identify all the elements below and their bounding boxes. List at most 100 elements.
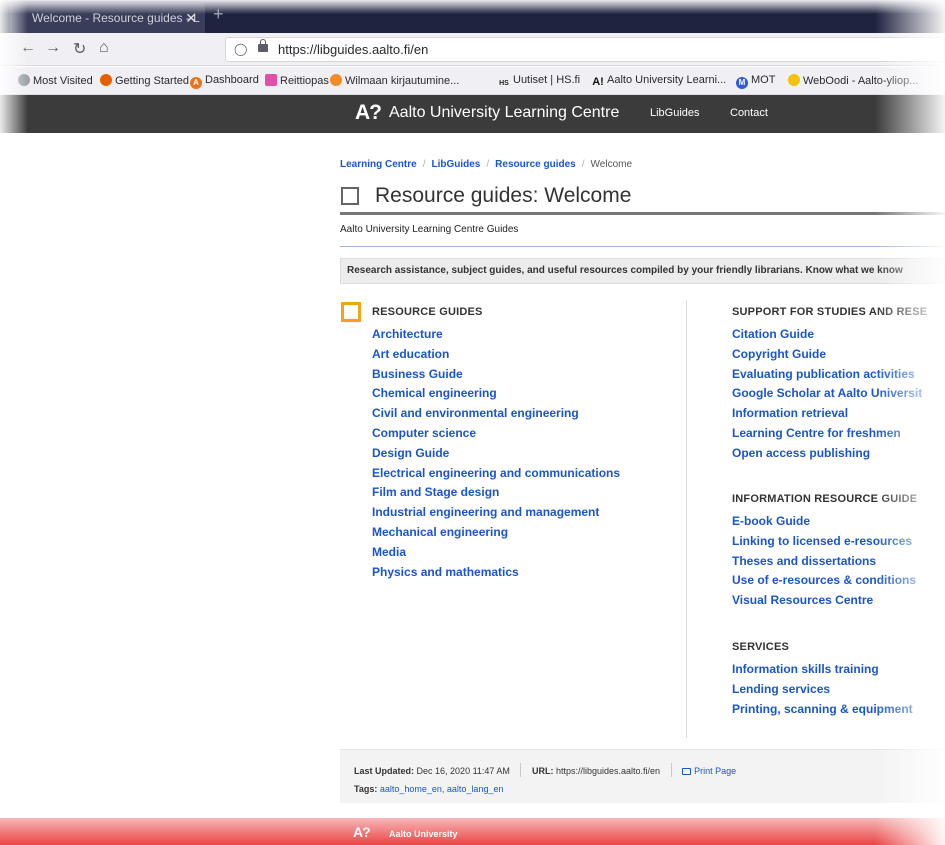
breadcrumb-current: Welcome — [590, 159, 633, 170]
bookmark-mot[interactable]: M MOT — [736, 74, 775, 89]
link-lending-services[interactable]: Lending services — [732, 682, 913, 702]
bookmark-dashboard[interactable]: A Dashboard — [190, 74, 259, 89]
link-computer-science[interactable]: Computer science — [372, 426, 620, 446]
intro-banner: Research assistance, subject guides, and… — [340, 258, 945, 284]
tags-row: Tags: aalto_home_en, aalto_lang_en — [354, 784, 503, 794]
back-icon[interactable]: ← — [20, 39, 36, 57]
reload-icon[interactable]: ↻ — [73, 39, 86, 59]
weboodi-icon — [788, 74, 800, 86]
services-heading: SERVICES — [732, 641, 790, 653]
nav-contact[interactable]: Contact — [730, 107, 768, 119]
link-theses-dissertations[interactable]: Theses and dissertations — [732, 554, 916, 574]
breadcrumb: Learning Centre / LibGuides / Resource guide… — [340, 159, 633, 170]
link-architecture[interactable]: Architecture — [372, 327, 620, 347]
link-printing-scanning[interactable]: Printing, scanning & equipment — [732, 702, 913, 722]
footer-name: Aalto University — [389, 829, 458, 839]
link-information-skills[interactable]: Information skills training — [732, 662, 913, 682]
link-use-of-eresources[interactable]: Use of e-resources & conditions — [732, 573, 916, 593]
link-film-stage-design[interactable]: Film and Stage design — [372, 485, 620, 505]
bookmark-reittiopas[interactable]: Reittiopas — [265, 74, 329, 87]
nav-libguides[interactable]: LibGuides — [650, 107, 700, 119]
link-information-retrieval[interactable]: Information retrieval — [732, 406, 922, 426]
bookmarks-bar: Most Visited Getting Started A Dashboard … — [0, 67, 945, 95]
link-mechanical-engineering[interactable]: Mechanical engineering — [372, 525, 620, 545]
link-physics-mathematics[interactable]: Physics and mathematics — [372, 565, 620, 585]
subtitle-divider — [340, 246, 945, 247]
breadcrumb-resource-guides[interactable]: Resource guides — [495, 159, 576, 170]
site-header: A? Aalto University Learning Centre LibG… — [0, 95, 945, 133]
bookmark-most-visited[interactable]: Most Visited — [18, 74, 93, 87]
breadcrumb-learning-centre[interactable]: Learning Centre — [340, 159, 417, 170]
link-electrical-engineering[interactable]: Electrical engineering and communication… — [372, 466, 620, 486]
shield-icon[interactable]: ◯ — [234, 42, 247, 56]
link-copyright-guide[interactable]: Copyright Guide — [732, 347, 922, 367]
globe-icon — [18, 74, 30, 86]
footer-band — [0, 818, 945, 845]
bookmark-aalto-learning[interactable]: A! Aalto University Learni... — [592, 74, 726, 88]
aalto-logo[interactable]: A? — [355, 101, 382, 125]
meta-info-row: Last Updated: Dec 16, 2020 11:47 AM URL:… — [354, 763, 736, 777]
link-industrial-engineering[interactable]: Industrial engineering and management — [372, 505, 620, 525]
bookmark-wilma[interactable]: Wilmaan kirjautumine... — [330, 74, 459, 87]
link-civil-environmental-engineering[interactable]: Civil and environmental engineering — [372, 406, 620, 426]
link-ebook-guide[interactable]: E-book Guide — [732, 514, 916, 534]
wilma-icon — [330, 74, 342, 86]
page-meta: Last Updated: Dec 16, 2020 11:47 AM URL:… — [340, 749, 945, 803]
page-subtitle: Aalto University Learning Centre Guides — [340, 224, 519, 235]
link-licensed-eresources[interactable]: Linking to licensed e-resources — [732, 534, 916, 554]
link-media[interactable]: Media — [372, 545, 620, 565]
mot-icon: M — [736, 77, 748, 89]
print-page-link[interactable]: Print Page — [682, 766, 736, 776]
info-resources-heading: INFORMATION RESOURCE GUIDE — [732, 493, 918, 505]
link-business-guide[interactable]: Business Guide — [372, 367, 620, 387]
resource-guides-list: Architecture Art education Business Guid… — [372, 327, 620, 584]
close-icon[interactable]: ✕ — [185, 3, 197, 33]
tab-title: Welcome - Resource guides - L — [32, 11, 200, 25]
bookmark-getting-started[interactable]: Getting Started — [100, 74, 189, 87]
bookmark-hs[interactable]: HS Uutiset | HS.fi — [498, 74, 580, 90]
map-icon — [265, 74, 277, 86]
firefox-icon — [100, 74, 112, 86]
browser-tab-strip: Welcome - Resource guides - L ✕ + — [0, 0, 945, 33]
dashboard-icon: A — [190, 77, 202, 89]
address-url: https://libguides.aalto.fi/en — [278, 42, 429, 57]
orange-square-icon — [341, 302, 361, 322]
services-list: Information skills training Lending serv… — [732, 662, 913, 721]
link-art-education[interactable]: Art education — [372, 347, 620, 367]
url-label: URL: — [531, 766, 554, 776]
last-updated-label: Last Updated: — [354, 766, 415, 776]
link-visual-resources[interactable]: Visual Resources Centre — [732, 593, 916, 613]
info-resources-list: E-book Guide Linking to licensed e-resou… — [732, 514, 916, 613]
hs-icon: HS — [499, 80, 509, 87]
support-heading: SUPPORT FOR STUDIES AND RESE — [732, 306, 928, 318]
support-list: Citation Guide Copyright Guide Evaluatin… — [732, 327, 922, 466]
link-open-access[interactable]: Open access publishing — [732, 446, 922, 466]
tags-links[interactable]: aalto_home_en, aalto_lang_en — [380, 784, 504, 794]
browser-nav-bar: ← → ↻ ⌂ ◯ https://libguides.aalto.fi/en — [0, 33, 945, 66]
new-tab-button[interactable]: + — [213, 4, 224, 25]
forward-icon[interactable]: → — [45, 39, 61, 57]
breadcrumb-libguides[interactable]: LibGuides — [431, 159, 480, 170]
footer-logo[interactable]: A? — [353, 824, 371, 840]
title-divider — [340, 212, 945, 215]
bookmark-weboodi[interactable]: WebOodi - Aalto-yliop... — [788, 74, 918, 87]
address-bar[interactable]: ◯ https://libguides.aalto.fi/en — [225, 37, 945, 62]
home-icon[interactable]: ⌂ — [99, 39, 109, 57]
link-google-scholar[interactable]: Google Scholar at Aalto Universit — [732, 386, 922, 406]
link-citation-guide[interactable]: Citation Guide — [732, 327, 922, 347]
last-updated-value: Dec 16, 2020 11:47 AM — [416, 766, 510, 776]
link-evaluating-publication[interactable]: Evaluating publication activities — [732, 367, 922, 387]
printer-icon — [682, 768, 692, 775]
resource-guides-heading: RESOURCE GUIDES — [372, 306, 483, 318]
lock-icon[interactable] — [258, 39, 268, 52]
guide-checkbox-icon — [341, 187, 359, 205]
meta-separator — [520, 763, 522, 777]
column-divider — [686, 300, 687, 738]
link-chemical-engineering[interactable]: Chemical engineering — [372, 386, 620, 406]
site-title[interactable]: Aalto University Learning Centre — [389, 104, 619, 122]
aalto-icon: A! — [592, 76, 604, 88]
url-value: https://libguides.aalto.fi/en — [555, 766, 661, 776]
link-design-guide[interactable]: Design Guide — [372, 446, 620, 466]
browser-tab[interactable]: Welcome - Resource guides - L ✕ — [10, 3, 205, 33]
link-learning-centre-freshmen[interactable]: Learning Centre for freshmen — [732, 426, 922, 446]
